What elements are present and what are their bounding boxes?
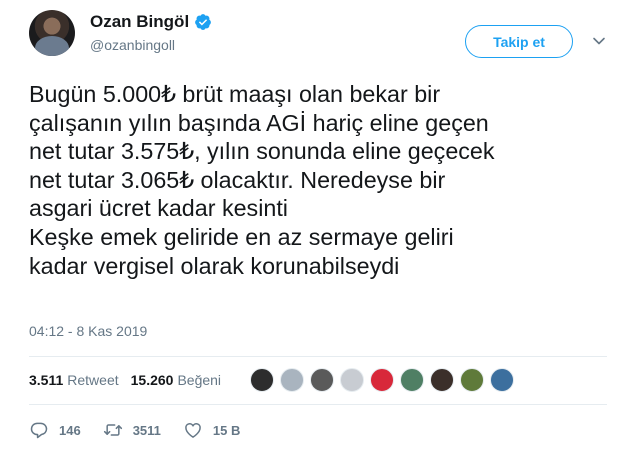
tweet-timestamp[interactable]: 04:12 - 8 Kas 2019 bbox=[29, 323, 147, 339]
retweet-count: 3511 bbox=[132, 422, 161, 438]
author-name-row[interactable]: Ozan Bingöl bbox=[90, 12, 212, 32]
chevron-down-icon[interactable] bbox=[592, 34, 606, 48]
author-display-name[interactable]: Ozan Bingöl bbox=[90, 12, 189, 32]
liker-avatar[interactable] bbox=[280, 368, 304, 392]
tweet-text: Bugün 5.000₺ brüt maaşı olan bekar bir ç… bbox=[29, 81, 495, 279]
divider bbox=[29, 356, 607, 357]
liker-avatars bbox=[250, 368, 520, 392]
follow-button[interactable]: Takip et bbox=[465, 25, 573, 58]
liker-avatar[interactable] bbox=[430, 368, 454, 392]
retweet-icon bbox=[103, 424, 122, 436]
retweet-button[interactable]: 3511 bbox=[103, 420, 183, 440]
heart-icon bbox=[185, 423, 201, 438]
liker-avatar[interactable] bbox=[310, 368, 334, 392]
liker-avatar[interactable] bbox=[370, 368, 394, 392]
liker-avatar[interactable] bbox=[400, 368, 424, 392]
tweet-actions: 146 3511 15 B bbox=[29, 420, 262, 440]
reply-count: 146 bbox=[59, 422, 81, 438]
likes-count[interactable]: 15.260 bbox=[131, 372, 174, 388]
reply-button[interactable]: 146 bbox=[29, 420, 103, 440]
verified-badge-icon bbox=[195, 14, 212, 30]
liker-avatar[interactable] bbox=[490, 368, 514, 392]
retweets-label[interactable]: Retweet bbox=[67, 372, 118, 388]
reply-icon bbox=[30, 422, 48, 439]
likes-label[interactable]: Beğeni bbox=[177, 372, 221, 388]
like-button[interactable]: 15 B bbox=[183, 420, 262, 440]
liker-avatar[interactable] bbox=[340, 368, 364, 392]
author-handle[interactable]: @ozanbingoll bbox=[90, 37, 175, 53]
engagement-stats: 3.511 Retweet 15.260 Beğeni bbox=[29, 372, 221, 388]
author-avatar[interactable] bbox=[29, 10, 75, 56]
like-count: 15 B bbox=[212, 422, 241, 438]
liker-avatar[interactable] bbox=[460, 368, 484, 392]
divider bbox=[29, 404, 607, 405]
retweets-count[interactable]: 3.511 bbox=[29, 372, 63, 388]
liker-avatar[interactable] bbox=[250, 368, 274, 392]
